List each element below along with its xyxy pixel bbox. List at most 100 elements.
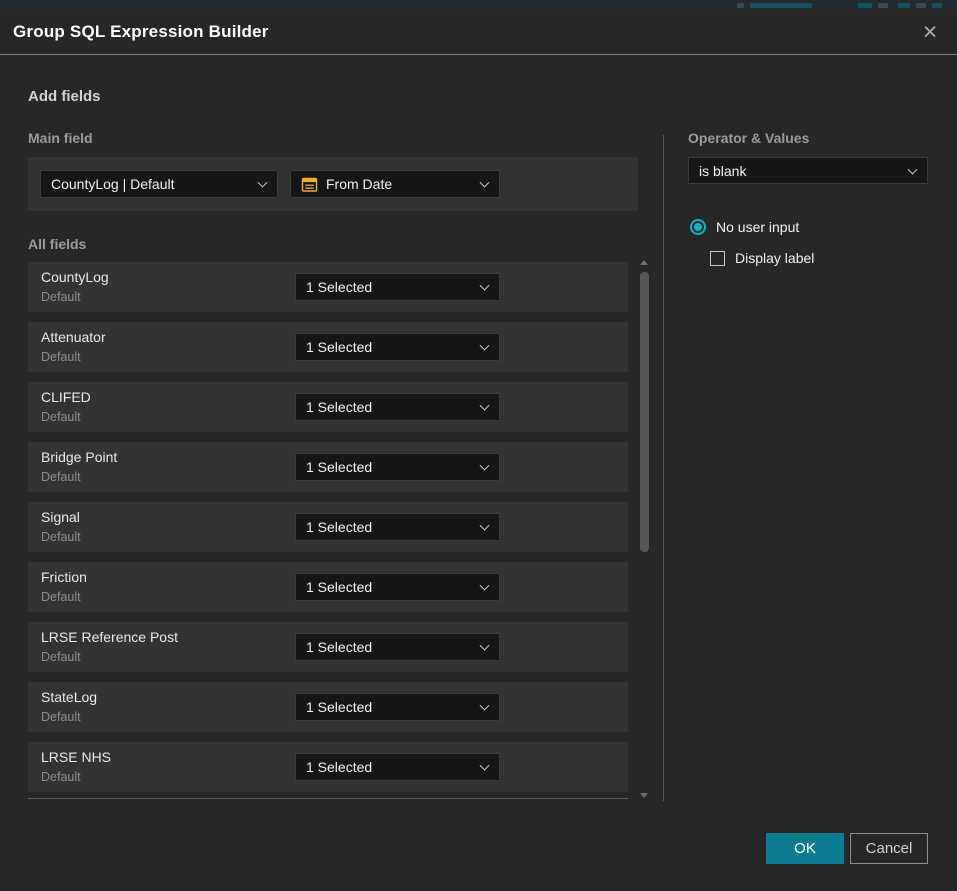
field-subtitle: Default [41,410,91,424]
field-subtitle: Default [41,350,106,364]
field-selected-value: 1 Selected [306,519,372,535]
scroll-up-arrow-icon[interactable] [640,260,648,265]
field-name: LRSE Reference Post [41,629,178,645]
background-toolbar-fragment [932,3,942,8]
field-row-text: CLIFED Default [28,391,91,424]
field-row-text: Friction Default [28,571,87,604]
chevron-down-icon [480,581,490,591]
chevron-down-icon [480,178,490,188]
field-row-text: CountyLog Default [28,271,109,304]
field-subtitle: Default [41,770,111,784]
chevron-down-icon [908,164,918,174]
field-subtitle: Default [41,290,109,304]
field-selected-value: 1 Selected [306,459,372,475]
field-subtitle: Default [41,650,178,664]
field-selected-dropdown[interactable]: 1 Selected [295,273,500,301]
field-row: LRSE Reference Post Default 1 Selected [28,622,628,672]
field-name: Friction [41,569,87,585]
background-toolbar-fragment [858,3,872,8]
dialog-title: Group SQL Expression Builder [0,22,269,42]
field-row: StateLog Default 1 Selected [28,682,628,732]
field-selected-dropdown[interactable]: 1 Selected [295,333,500,361]
field-row: LRSE NHS Default 1 Selected [28,742,628,792]
all-fields-list: CountyLog Default 1 Selected Attenuator Defa… [28,262,628,792]
field-selected-dropdown[interactable]: 1 Selected [295,453,500,481]
field-row: Bridge Point Default 1 Selected [28,442,628,492]
chevron-down-icon [480,401,490,411]
field-row-text: StateLog Default [28,691,97,724]
background-toolbar-fragment [916,3,926,8]
field-selected-dropdown[interactable]: 1 Selected [295,633,500,661]
background-toolbar-fragment [898,3,910,8]
chevron-down-icon [480,701,490,711]
panel-divider [663,135,664,801]
field-name: StateLog [41,689,97,705]
chevron-down-icon [480,761,490,771]
main-layer-dropdown-value: CountyLog | Default [51,176,175,192]
group-sql-expression-builder-dialog: Group SQL Expression Builder × Add field… [0,10,957,891]
list-scrollbar [639,260,650,798]
field-selected-value: 1 Selected [306,759,372,775]
radio-selected-icon [690,219,706,235]
background-app-strip [0,0,957,10]
list-bottom-border [28,798,628,799]
main-field-label: Main field [28,130,93,146]
field-selected-dropdown[interactable]: 1 Selected [295,753,500,781]
main-field-dropdown-value: From Date [326,176,392,192]
field-subtitle: Default [41,590,87,604]
field-subtitle: Default [41,470,117,484]
field-subtitle: Default [41,530,81,544]
cancel-button[interactable]: Cancel [850,833,928,864]
field-name: LRSE NHS [41,749,111,765]
field-selected-value: 1 Selected [306,579,372,595]
background-toolbar-fragment [737,3,744,8]
field-row: Attenuator Default 1 Selected [28,322,628,372]
ok-button[interactable]: OK [766,833,844,864]
chevron-down-icon [480,521,490,531]
field-row: CountyLog Default 1 Selected [28,262,628,312]
field-name: CountyLog [41,269,109,285]
field-row-text: Signal Default [28,511,81,544]
checkbox-unchecked-icon [710,251,725,266]
chevron-down-icon [480,341,490,351]
scroll-down-arrow-icon[interactable] [640,793,648,798]
field-name: Signal [41,509,81,525]
field-row-text: LRSE Reference Post Default [28,631,178,664]
background-toolbar-fragment [750,3,812,8]
chevron-down-icon [258,178,268,188]
operator-dropdown[interactable]: is blank [688,157,928,184]
background-toolbar-fragment [878,3,888,8]
field-row-text: LRSE NHS Default [28,751,111,784]
dialog-header: Group SQL Expression Builder × [0,10,957,55]
add-fields-heading: Add fields [28,88,101,105]
field-selected-dropdown[interactable]: 1 Selected [295,513,500,541]
scrollbar-thumb[interactable] [640,272,649,552]
chevron-down-icon [480,281,490,291]
main-layer-dropdown[interactable]: CountyLog | Default [40,170,278,198]
field-row-text: Attenuator Default [28,331,106,364]
field-name: Attenuator [41,329,106,345]
all-fields-label: All fields [28,236,86,252]
no-user-input-label: No user input [716,219,799,235]
field-name: CLIFED [41,389,91,405]
field-row-text: Bridge Point Default [28,451,117,484]
field-row: Friction Default 1 Selected [28,562,628,612]
field-selected-dropdown[interactable]: 1 Selected [295,393,500,421]
field-row: Signal Default 1 Selected [28,502,628,552]
display-label-text: Display label [735,250,814,266]
operator-dropdown-value: is blank [699,163,746,179]
field-subtitle: Default [41,710,97,724]
main-field-dropdown[interactable]: From Date [290,170,500,198]
field-selected-value: 1 Selected [306,339,372,355]
field-selected-value: 1 Selected [306,399,372,415]
close-icon[interactable]: × [915,17,945,47]
main-field-panel: CountyLog | Default From Date [28,157,638,211]
field-name: Bridge Point [41,449,117,465]
calendar-icon [301,176,318,193]
field-selected-dropdown[interactable]: 1 Selected [295,693,500,721]
display-label-checkbox[interactable]: Display label [710,250,814,266]
no-user-input-radio[interactable]: No user input [690,219,799,235]
field-selected-dropdown[interactable]: 1 Selected [295,573,500,601]
field-selected-value: 1 Selected [306,639,372,655]
field-selected-value: 1 Selected [306,699,372,715]
